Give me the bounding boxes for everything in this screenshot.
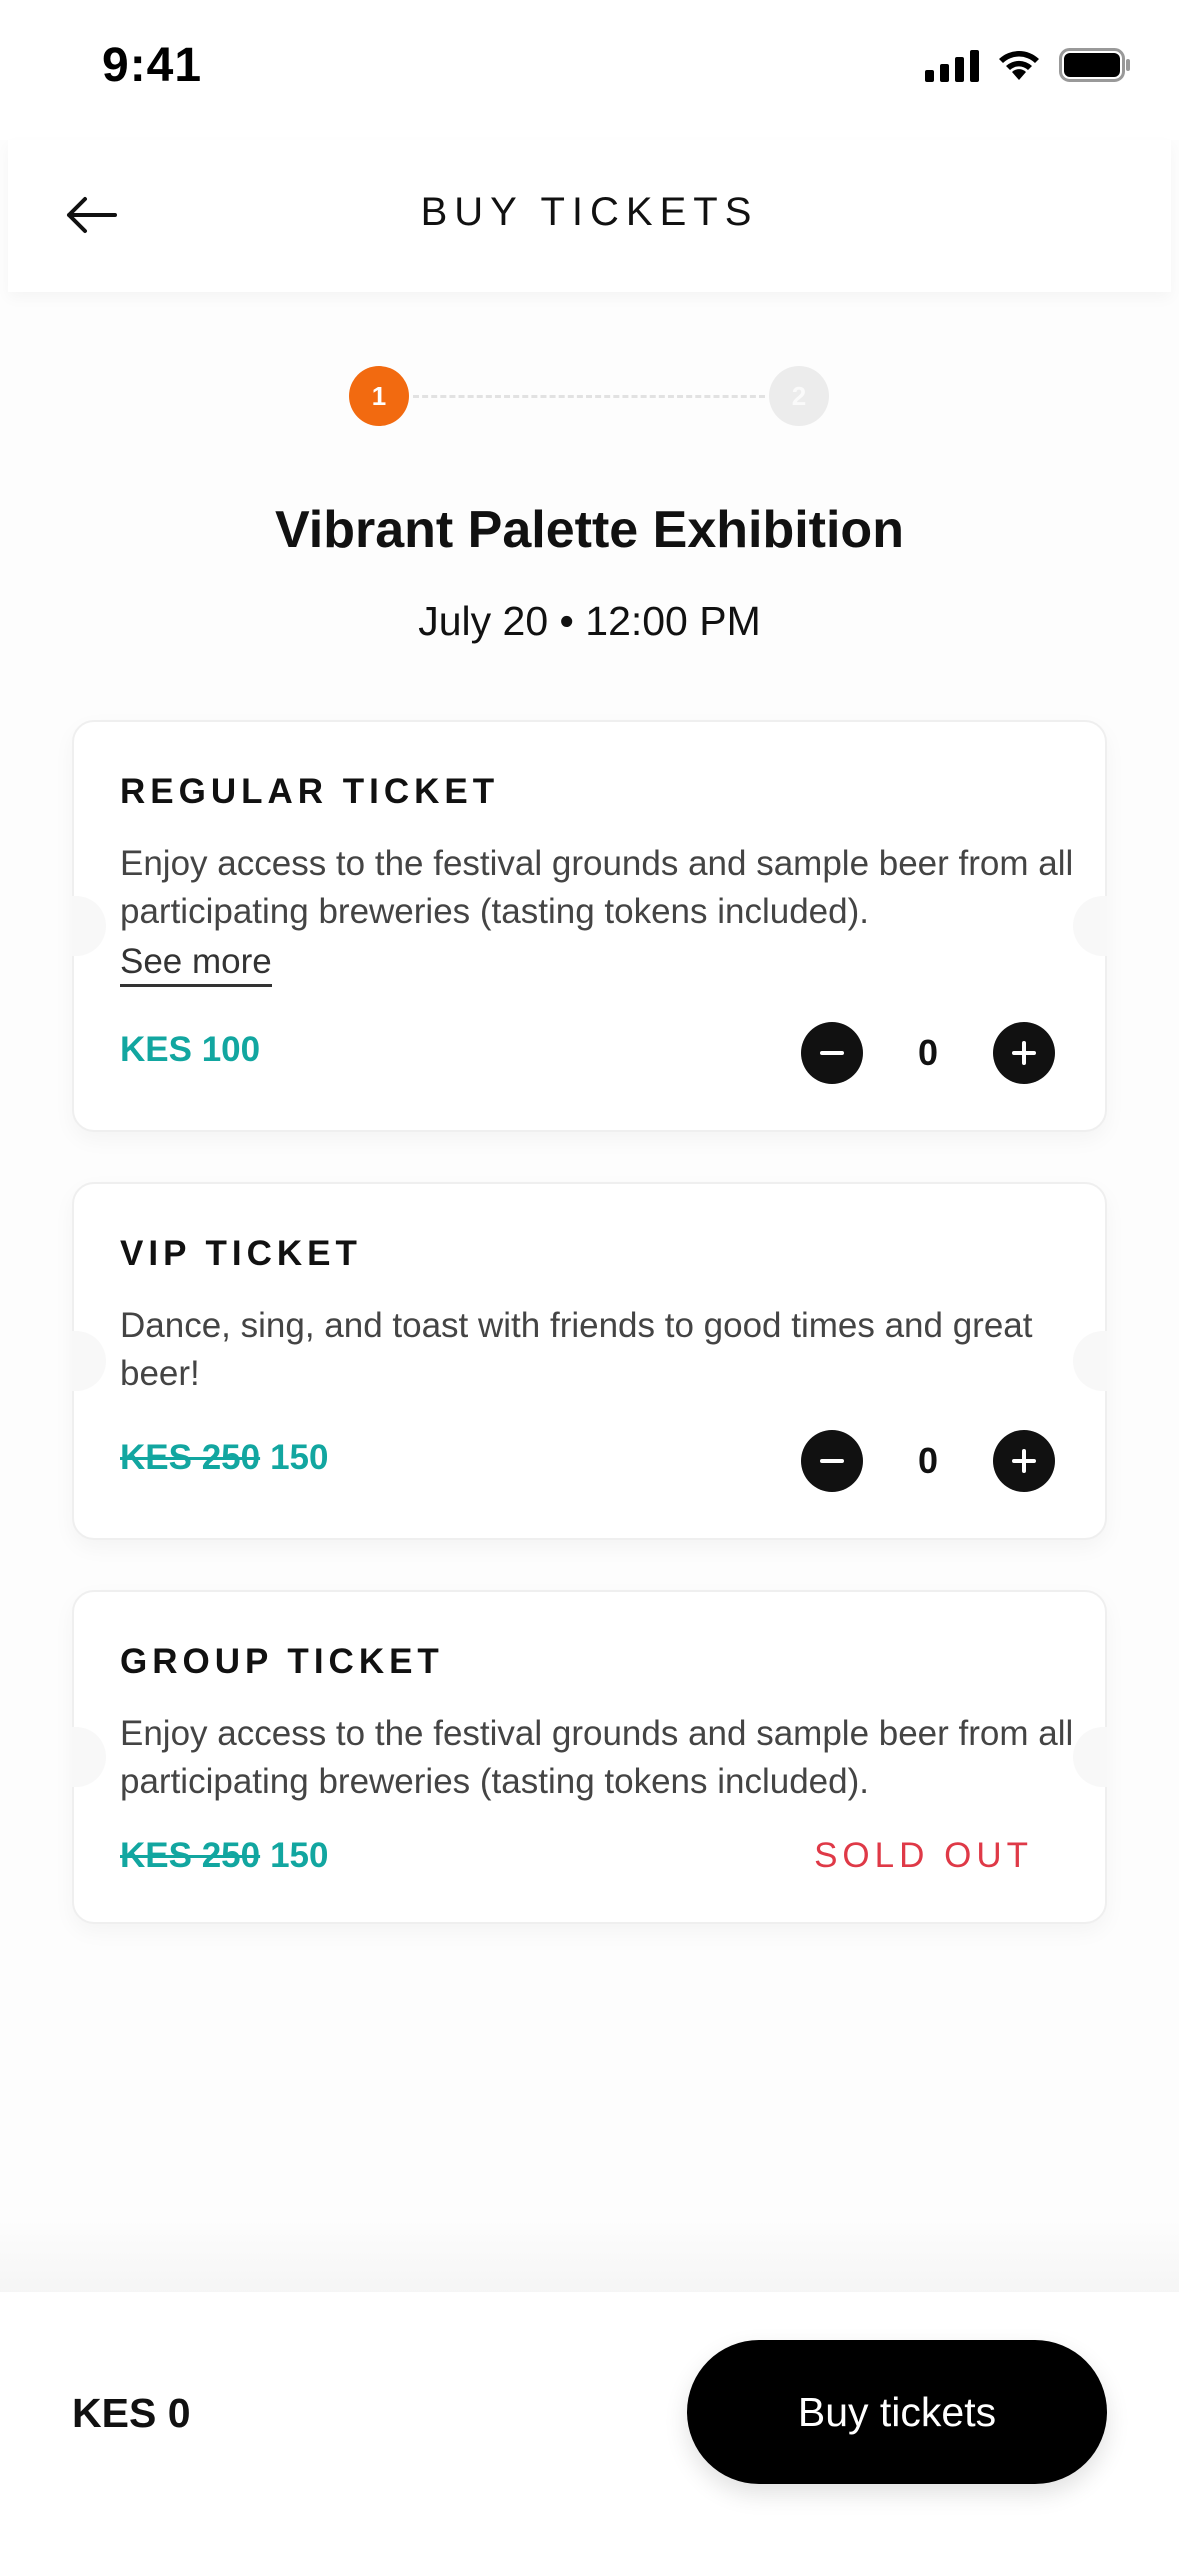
plus-icon (1012, 1449, 1036, 1473)
original-price: KES 250 (120, 1836, 261, 1875)
card-notch-left (72, 1331, 106, 1391)
app-header: BUY TICKETS (8, 140, 1171, 292)
card-notch-left (72, 1727, 106, 1787)
quantity-value: 0 (917, 1440, 939, 1481)
quantity-stepper: 0 (801, 1022, 1055, 1084)
page-title: BUY TICKETS (420, 190, 759, 234)
event-title: Vibrant Palette Exhibition (275, 501, 904, 559)
see-more-link[interactable]: See more (120, 942, 272, 987)
minus-icon (820, 1051, 844, 1055)
ticket-description: Dance, sing, and toast with friends to g… (120, 1306, 1033, 1393)
decrement-button[interactable] (801, 1430, 863, 1492)
ticket-price: KES 250 150 (120, 1836, 329, 1876)
status-time: 9:41 (102, 39, 203, 92)
cellular-signal-icon (925, 48, 979, 82)
event-datetime: July 20 • 12:00 PM (418, 598, 761, 644)
status-bar: 9:41 (0, 0, 1179, 140)
ticket-price: KES 250 150 (120, 1438, 329, 1478)
discounted-price: 150 (270, 1438, 329, 1477)
buy-tickets-button[interactable]: Buy tickets (687, 2340, 1107, 2484)
plus-icon (1012, 1041, 1036, 1065)
discounted-price: 150 (270, 1836, 329, 1875)
ticket-card-vip: VIP TICKET Dance, sing, and toast with f… (72, 1182, 1107, 1540)
bottom-bar-shadow (0, 2220, 1179, 2292)
ticket-card-regular: REGULAR TICKET Enjoy access to the festi… (72, 720, 1107, 1132)
ticket-description: Enjoy access to the festival grounds and… (120, 844, 1074, 931)
order-total: KES 0 (72, 2390, 191, 2436)
sold-out-label: SOLD OUT (814, 1836, 1033, 1875)
status-icons (925, 48, 1131, 82)
step-2-indicator: 2 (769, 366, 829, 426)
ticket-description: Enjoy access to the festival grounds and… (120, 1714, 1074, 1801)
ticket-title: VIP TICKET (120, 1234, 362, 1273)
ticket-title: REGULAR TICKET (120, 772, 500, 811)
wifi-icon (999, 51, 1039, 80)
step-1-indicator: 1 (349, 366, 409, 426)
increment-button[interactable] (993, 1430, 1055, 1492)
stepper-connector (413, 395, 765, 398)
increment-button[interactable] (993, 1022, 1055, 1084)
ticket-title: GROUP TICKET (120, 1642, 444, 1681)
checkout-bar: KES 0 Buy tickets (0, 2292, 1179, 2556)
decrement-button[interactable] (801, 1022, 863, 1084)
minus-icon (820, 1459, 844, 1463)
ticket-card-group: GROUP TICKET Enjoy access to the festiva… (72, 1590, 1107, 1924)
card-notch-left (72, 896, 106, 956)
quantity-value: 0 (917, 1032, 939, 1073)
original-price: KES 250 (120, 1438, 261, 1477)
quantity-stepper: 0 (801, 1430, 1055, 1492)
battery-icon (1059, 48, 1130, 82)
ticket-price: KES 100 (120, 1030, 261, 1069)
progress-stepper: 1 2 (349, 366, 829, 428)
